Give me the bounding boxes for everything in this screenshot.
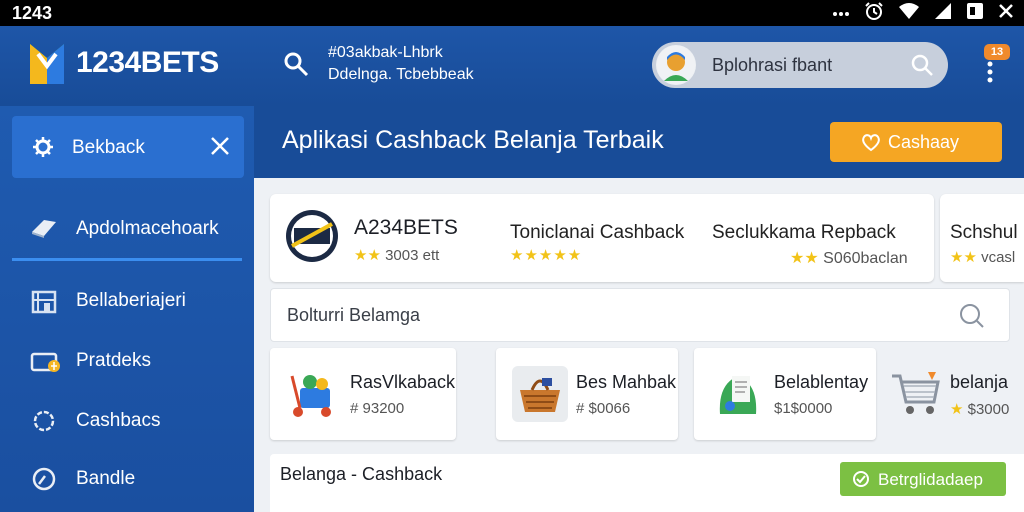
sidebar-item-label: Cashbacs	[76, 410, 161, 431]
receipt-icon	[710, 366, 766, 422]
clock-icon	[30, 466, 58, 492]
product-price: # $0066	[576, 400, 631, 417]
offer-title[interactable]: Toniclanai Cashback	[510, 222, 684, 244]
tagline-line-2: Ddelnga. Tcbebbeak	[328, 66, 474, 83]
sidebar: Bekback Apdolmacehoark Bellaberiajeri Pr…	[0, 106, 254, 512]
battery-icon	[966, 2, 984, 25]
brand-logo-icon[interactable]	[26, 40, 68, 88]
main-content: A234BETS ★★ 3003 ett Toniclanai Cashback…	[256, 178, 1024, 512]
sidebar-item-label: Apdolmacehoark	[76, 218, 219, 239]
search-icon[interactable]	[282, 50, 310, 78]
search-placeholder: Bolturri Belamga	[287, 305, 421, 325]
refresh-icon	[852, 470, 870, 488]
product-price: $1$0000	[774, 400, 833, 417]
content-header: Aplikasi Cashback Belanja Terbaik Cashaa…	[254, 106, 1024, 178]
wallet-icon	[30, 348, 60, 374]
sidebar-active-label: Bekback	[72, 137, 145, 158]
product-name: Belablentay	[774, 372, 869, 392]
tag-icon	[30, 216, 58, 242]
offer-rating: ★★ S060baclan	[790, 250, 908, 267]
store-logo-icon	[284, 208, 340, 264]
cashback-section: Belanga - Cashback Betrglidadaep	[270, 454, 1024, 512]
sidebar-item-label: Pratdeks	[76, 350, 151, 371]
sidebar-item-2[interactable]: Pratdeks	[12, 338, 244, 384]
cta-label: Cashaay	[888, 132, 960, 152]
store-name: A234BETS	[354, 216, 458, 239]
sidebar-divider	[12, 258, 242, 261]
product-name: Bes Mahbak	[576, 372, 677, 392]
user-search-pill[interactable]: Bplohrasi fbant	[652, 42, 948, 88]
product-price: ★ $3000	[950, 401, 1010, 418]
brand-name: 1234BETS	[76, 46, 219, 79]
section-label: Belanga - Cashback	[280, 464, 443, 484]
user-name: Bplohrasi fbant	[712, 55, 833, 75]
header-tagline: #03akbak-Lhbrk Ddelnga. Tcbebbeak	[328, 42, 474, 86]
product-card[interactable]: Belablentay $1$0000	[694, 348, 876, 440]
app-header: 1234BETS #03akbak-Lhbrk Ddelnga. Tcbebbe…	[0, 26, 1024, 106]
product-card[interactable]: Bes Mahbak # $0066	[496, 348, 678, 440]
sidebar-item-3[interactable]: Cashbacs	[12, 398, 244, 444]
cleaning-cart-icon	[286, 366, 342, 422]
product-price: # 93200	[350, 400, 405, 417]
shopping-cart-icon	[888, 366, 944, 422]
signal-icon	[934, 2, 952, 25]
building-icon	[30, 288, 58, 314]
avatar[interactable]	[656, 45, 696, 85]
store-card[interactable]: Schshul ★★ vcasl	[940, 194, 1024, 282]
alarm-icon	[864, 1, 884, 26]
product-card[interactable]: belanja ★ $3000	[872, 348, 1024, 440]
sidebar-item-4[interactable]: Bandle	[12, 456, 244, 502]
sidebar-item-active[interactable]: Bekback	[12, 116, 244, 178]
heart-icon	[860, 131, 882, 153]
cashback-cta-button[interactable]: Cashaay	[830, 122, 1002, 162]
store-rating-value: 3003 ett	[385, 247, 440, 264]
store-rating: ★★ vcasl	[950, 249, 1016, 266]
close-icon[interactable]	[998, 3, 1014, 24]
store-card[interactable]: A234BETS ★★ 3003 ett Toniclanai Cashback…	[270, 194, 934, 282]
section-action-label: Betrglidadaep	[878, 470, 983, 489]
sidebar-item-0[interactable]: Apdolmacehoark	[12, 206, 244, 252]
store-rating: ★★ 3003 ett	[354, 247, 440, 264]
section-action-button[interactable]: Betrglidadaep	[840, 462, 1006, 496]
tagline-line-1: #03akbak-Lhbrk	[328, 44, 443, 61]
gear-icon	[32, 136, 54, 158]
page-title: Aplikasi Cashback Belanja Terbaik	[282, 126, 664, 154]
sidebar-item-label: Bandle	[76, 468, 136, 489]
product-name: belanja	[950, 372, 1009, 392]
kebab-menu-icon[interactable]	[980, 50, 1000, 84]
store-name: Schshul	[950, 222, 1018, 243]
status-time: 1243	[12, 3, 53, 23]
more-dots-icon	[832, 4, 850, 22]
search-icon[interactable]	[910, 53, 934, 77]
sidebar-item-label: Bellaberiajeri	[76, 290, 186, 311]
offer-rating-value: S060baclan	[823, 250, 908, 267]
status-bar: 1243	[0, 0, 1024, 26]
product-name: RasVlkaback	[350, 372, 456, 392]
search-icon[interactable]	[959, 303, 985, 329]
basket-icon	[512, 366, 568, 422]
badge-icon	[30, 408, 58, 434]
offer-stars: ★★★★★	[510, 247, 583, 264]
product-price-value: $3000	[967, 401, 1010, 418]
wifi-icon	[898, 2, 920, 25]
close-icon[interactable]	[208, 134, 232, 158]
sidebar-item-1[interactable]: Bellaberiajeri	[12, 278, 244, 324]
search-input[interactable]: Bolturri Belamga	[270, 288, 1010, 342]
offer-title[interactable]: Seclukkama Repback	[712, 222, 896, 244]
store-rating-value: vcasl	[981, 249, 1016, 266]
product-card[interactable]: RasVlkaback # 93200	[270, 348, 456, 440]
